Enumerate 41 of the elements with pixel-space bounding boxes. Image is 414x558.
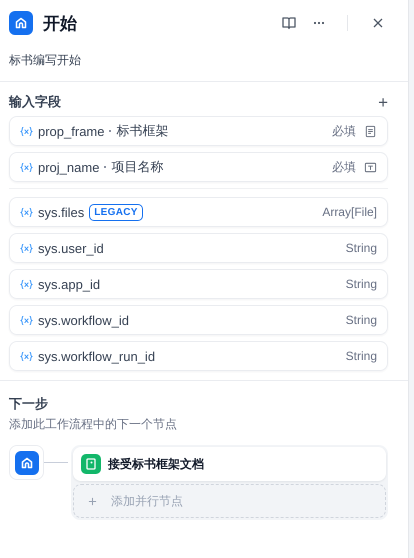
variable-name: sys.workflow_id — [38, 312, 130, 328]
variable-type: Array[File] — [322, 205, 377, 219]
variable-icon — [20, 314, 33, 326]
next-node[interactable]: 接受标书框架文档 — [73, 447, 386, 481]
section-title: 下一步 — [8, 395, 49, 413]
book-icon[interactable] — [281, 15, 297, 31]
required-label: 必填 — [332, 158, 356, 176]
section-description: 添加此工作流程中的下一个节点 — [8, 416, 178, 433]
section-title: 输入字段 — [9, 93, 61, 111]
node-label: 接受标书框架文档 — [108, 456, 204, 472]
input-field-row[interactable]: proj_name 项目名称 必填 — [9, 152, 388, 182]
variable-name: sys.files — [38, 204, 84, 220]
variable-icon — [20, 350, 33, 362]
variable-icon — [20, 206, 33, 218]
node-title: 开始 — [43, 12, 77, 34]
variable-icon — [20, 278, 33, 290]
variable-type: String — [346, 349, 377, 363]
variable-icon — [20, 126, 33, 136]
field-name: prop_frame — [38, 124, 104, 138]
text-input-icon — [364, 160, 377, 174]
field-label: 项目名称 — [111, 158, 164, 176]
document-icon — [81, 454, 101, 474]
add-button[interactable]: + — [378, 94, 388, 110]
variable-name: sys.workflow_run_id — [38, 348, 156, 364]
variable-type: String — [346, 313, 377, 327]
paragraph-icon — [364, 124, 377, 138]
start-node — [9, 445, 44, 480]
variable-icon — [20, 162, 33, 172]
variable-name: sys.user_id — [38, 240, 104, 256]
field-name: proj_name — [38, 160, 100, 174]
variable-type: String — [346, 277, 377, 291]
node-description: 标书编写开始 — [8, 52, 82, 69]
home-icon — [9, 11, 33, 35]
input-field-row[interactable]: prop_frame 标书框架 必填 — [9, 116, 388, 146]
plus-icon — [88, 496, 97, 506]
variable-icon — [20, 242, 33, 254]
variable-name: sys.app_id — [38, 276, 100, 292]
legacy-tag: LEGACY — [89, 204, 143, 220]
variable-type: String — [346, 241, 377, 255]
required-label: 必填 — [332, 122, 356, 140]
field-label: 标书框架 — [116, 122, 168, 140]
